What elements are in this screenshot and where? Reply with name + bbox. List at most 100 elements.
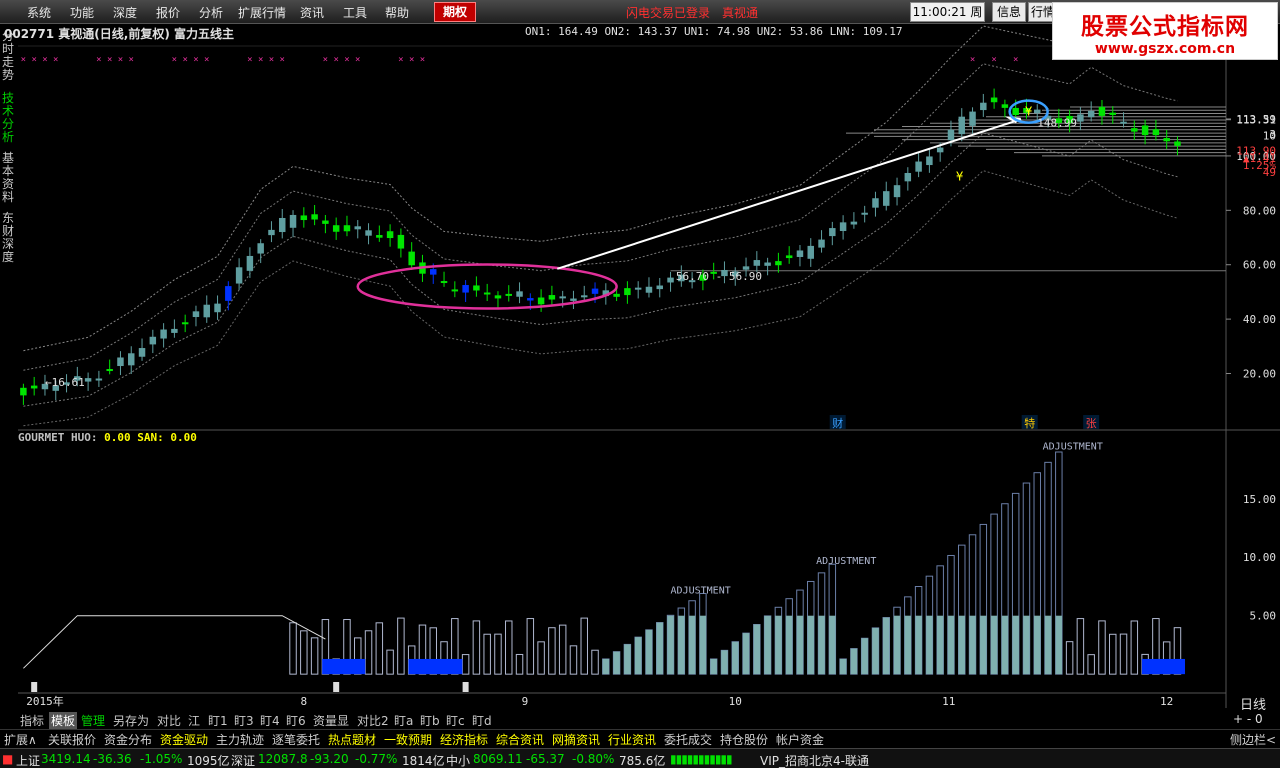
ind-fill-92	[1012, 615, 1019, 675]
ind-blue-band-1	[408, 658, 463, 675]
tb-ding4[interactable]: 盯4	[260, 712, 280, 729]
tb-dingd[interactable]: 盯d	[472, 712, 492, 729]
candle-body-44	[494, 295, 502, 299]
ind-bar-47	[526, 618, 535, 675]
zx-pct: -0.80%	[572, 752, 615, 766]
ind-marker-1	[333, 682, 340, 692]
ib-positions[interactable]: 持仓股份	[720, 731, 768, 748]
candle-body-85	[936, 147, 944, 153]
sh-label[interactable]: 上证	[16, 752, 40, 768]
ind-fill-96	[1055, 615, 1063, 675]
tb-manage[interactable]: 管理	[81, 712, 105, 729]
ib-tick-order[interactable]: 逐笔委托	[272, 731, 320, 748]
tb-dingb[interactable]: 盯b	[420, 712, 440, 729]
tb-save-as[interactable]: 另存为	[113, 712, 149, 729]
candle-body-28	[322, 220, 329, 224]
ind-fill-83	[915, 615, 922, 675]
zx-label[interactable]: 中小	[446, 752, 470, 768]
y-tick-6: 20.00	[1243, 368, 1276, 381]
ib-web-news[interactable]: 网摘资讯	[552, 731, 600, 748]
candle-body-80	[883, 191, 890, 206]
candle-body-27	[311, 214, 318, 220]
candle-body-103	[1131, 128, 1138, 132]
tab-fundamentals[interactable]: 基本资料	[2, 152, 17, 204]
ind-bar-52	[580, 617, 588, 675]
menu-function[interactable]: 功能	[70, 4, 94, 21]
ib-fund-drive[interactable]: 资金驱动	[160, 731, 208, 748]
ib-orders[interactable]: 委托成交	[664, 731, 712, 748]
ib-industry[interactable]: 行业资讯	[608, 731, 656, 748]
candle-body-94	[1034, 109, 1041, 114]
server-name[interactable]: VIP_招商北京4-联通	[760, 752, 869, 768]
candle-body-23	[268, 229, 275, 236]
candle-body-50	[559, 296, 566, 299]
menu-system[interactable]: 系统	[27, 4, 51, 21]
tb-jiang[interactable]: 江	[188, 712, 200, 729]
zx-amount: 785.6亿	[619, 754, 666, 768]
menu-depth[interactable]: 深度	[113, 4, 137, 21]
tb-volume[interactable]: 资量显	[313, 712, 349, 729]
menu-quote[interactable]: 报价	[156, 4, 180, 21]
menu-tools[interactable]: 工具	[343, 4, 367, 21]
ib-main-track[interactable]: 主力轨迹	[216, 731, 264, 748]
legend-san-name: SAN	[137, 431, 158, 444]
ib-hot-topic[interactable]: 热点题材	[328, 731, 376, 748]
candle-body-87	[958, 116, 965, 135]
menu-extended[interactable]: 扩展行情	[238, 4, 286, 21]
signal-mark-8: ×	[107, 55, 112, 65]
ind-fill-78	[861, 638, 868, 675]
candle-body-91	[1001, 104, 1009, 108]
candle-body-99	[1087, 110, 1095, 118]
menu-help[interactable]: 帮助	[385, 4, 409, 21]
menu-news[interactable]: 资讯	[300, 4, 324, 21]
menu-analysis[interactable]: 分析	[199, 4, 223, 21]
signal-mark-35: ×	[398, 55, 403, 65]
info-button[interactable]: 信息	[992, 2, 1026, 22]
ind-bar-103	[1130, 620, 1139, 675]
ib-expand[interactable]: 扩展∧	[4, 731, 37, 748]
tb-ding1[interactable]: 盯1	[208, 712, 228, 729]
ind-fill-59	[656, 622, 663, 675]
ind-bar-97	[1065, 641, 1074, 675]
ib-news[interactable]: 综合资讯	[496, 731, 544, 748]
candle-body-39	[440, 281, 448, 284]
ib-fund-dist[interactable]: 资金分布	[104, 731, 152, 748]
ind-bar-99	[1087, 654, 1095, 675]
period-label[interactable]: 日线	[1240, 694, 1266, 713]
tab-depth[interactable]: 东财深度	[2, 212, 17, 264]
candle-body-10	[128, 353, 135, 366]
chart-canvas[interactable]: ¥ ¥ × × × × × × × × × × × × × × × × × × × × × × × × × × 148.99 56.70 …	[0, 0, 1280, 768]
tb-ding6[interactable]: 盯6	[286, 712, 306, 729]
sh-arrow-icon: ■	[2, 752, 14, 766]
ind-fill-87	[958, 615, 965, 675]
candle-body-45	[505, 293, 512, 296]
candle-body-42	[473, 285, 480, 291]
zoom-controls[interactable]: + - 0	[1233, 712, 1263, 726]
tb-ding3[interactable]: 盯3	[234, 712, 254, 729]
ind-bar-41	[461, 654, 470, 675]
candle-body-0	[20, 387, 27, 396]
tb-dinga[interactable]: 盯a	[394, 712, 413, 729]
sz-label[interactable]: 深证	[231, 752, 255, 768]
ib-account[interactable]: 帐户资金	[776, 731, 824, 748]
ind-bar-33	[375, 622, 384, 675]
ib-consensus[interactable]: 一致预期	[384, 731, 432, 748]
ind-bar-46	[515, 653, 524, 675]
tab-technical[interactable]: 技术分析	[2, 92, 17, 144]
options-tab[interactable]: 期权	[434, 2, 476, 22]
tb-compare2[interactable]: 对比2	[357, 712, 389, 729]
tb-compare[interactable]: 对比	[157, 712, 181, 729]
tb-template[interactable]: 模板	[49, 712, 78, 729]
tb-dingc[interactable]: 盯c	[446, 712, 465, 729]
candle-body-52	[581, 295, 588, 298]
ib-related[interactable]: 关联报价	[48, 731, 96, 748]
stock-title: 002771 真视通(日线,前复权) 富力五线主	[4, 27, 234, 41]
candle-body-16	[192, 311, 200, 318]
ib-econ[interactable]: 经济指标	[440, 731, 488, 748]
tb-indicator[interactable]: 指标	[20, 712, 44, 729]
sidebar-toggle[interactable]: 侧边栏<	[1230, 731, 1276, 748]
candle-body-104	[1141, 125, 1149, 136]
candle-body-1	[30, 385, 38, 389]
ind-bar-51	[569, 645, 578, 675]
ind-fill-74	[818, 615, 825, 675]
